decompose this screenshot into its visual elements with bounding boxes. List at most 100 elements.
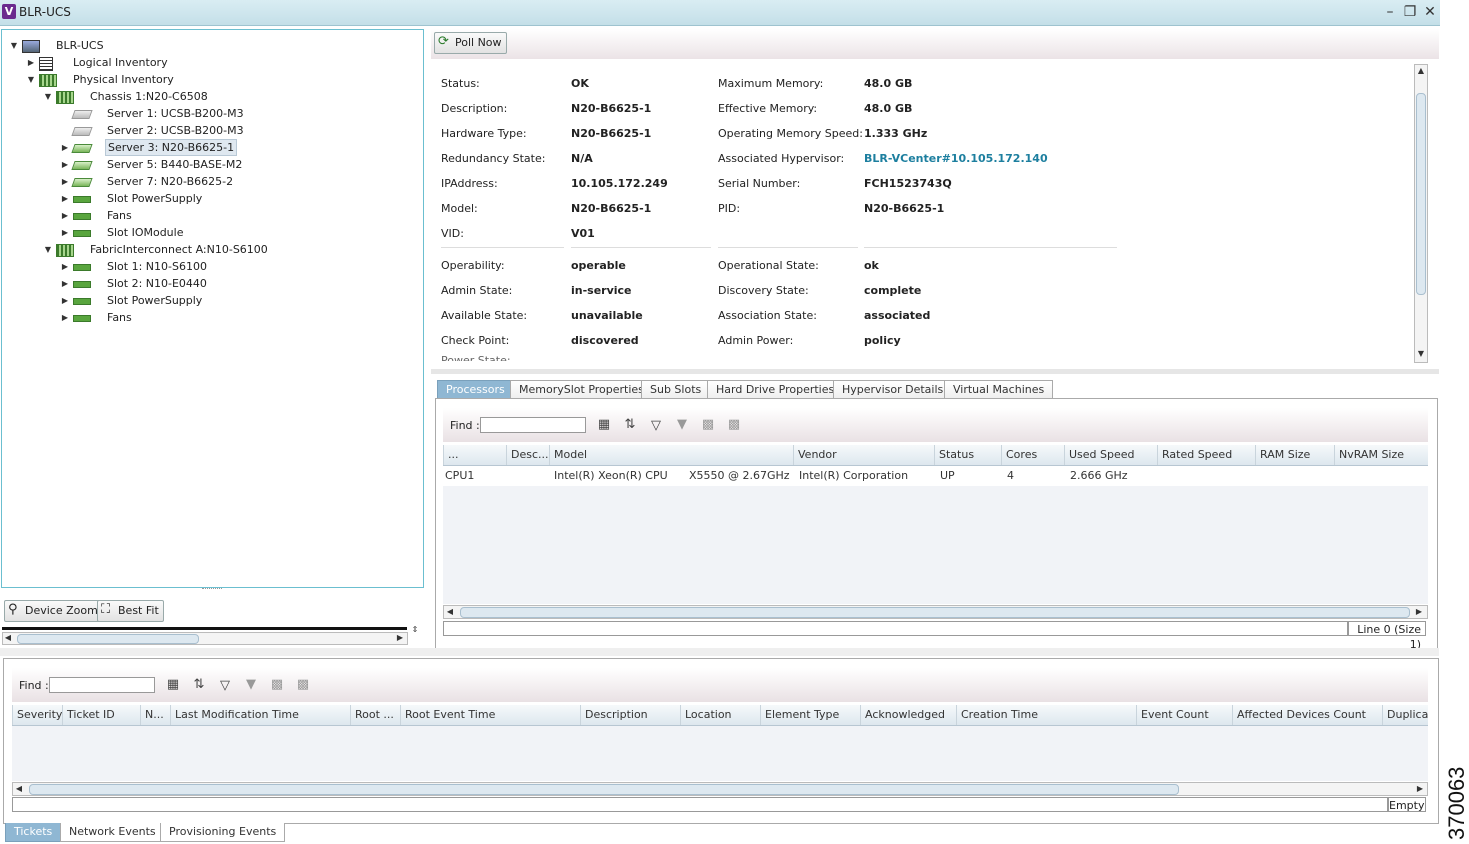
scroll-thumb[interactable] xyxy=(1416,93,1426,295)
column-header[interactable]: Location xyxy=(680,705,760,725)
tab-provisioning-events[interactable]: Provisioning Events xyxy=(160,823,286,842)
save-icon[interactable]: ▦ xyxy=(164,676,182,694)
column-header[interactable]: Element Type xyxy=(760,705,860,725)
minimize-icon[interactable]: – xyxy=(1381,3,1399,21)
sort-icon[interactable]: ⇅ xyxy=(621,416,639,434)
tree-splitter[interactable] xyxy=(202,588,222,593)
tab-tickets[interactable]: Tickets xyxy=(5,823,62,842)
scroll-thumb[interactable] xyxy=(460,607,1410,618)
tree-item[interactable]: ▶ Fans xyxy=(2,309,417,326)
scroll-right-icon[interactable]: ▶ xyxy=(1414,607,1424,616)
column-header[interactable]: Last Modification Time xyxy=(170,705,350,725)
filter-icon[interactable]: ▽ xyxy=(216,677,234,695)
scroll-right-icon[interactable]: ▶ xyxy=(395,633,405,642)
column-header[interactable]: Acknowledged xyxy=(860,705,956,725)
tree-item[interactable]: ▼ Chassis 1:N20-C6508 xyxy=(2,88,417,105)
tree-item[interactable]: ▶ Fans xyxy=(2,207,417,224)
device-zoom-button[interactable]: ⚲ Device Zoom xyxy=(4,600,103,622)
tab-sub-slots[interactable]: Sub Slots xyxy=(641,380,711,399)
scroll-left-icon[interactable]: ◀ xyxy=(3,633,13,642)
column-header[interactable]: Root Event Time xyxy=(400,705,580,725)
column-header[interactable]: Duplicati xyxy=(1382,705,1428,725)
tree-expander-icon[interactable]: ▶ xyxy=(61,156,69,173)
scroll-left-icon[interactable]: ◀ xyxy=(14,784,24,793)
processor-find-input[interactable] xyxy=(480,417,586,433)
scroll-up-icon[interactable]: ▲ xyxy=(1416,66,1426,75)
tickets-horizontal-scrollbar[interactable]: ◀ ▶ xyxy=(12,782,1428,796)
tab-virtual-machines[interactable]: Virtual Machines xyxy=(944,380,1054,399)
tree-item[interactable]: ▶ Server 7: N20-B6625-2 xyxy=(2,173,417,190)
column-header[interactable]: N... xyxy=(140,705,170,725)
filter-icon[interactable]: ▽ xyxy=(647,417,665,435)
best-fit-button[interactable]: ⛶ Best Fit xyxy=(97,600,164,622)
column-header[interactable]: Rated Speed xyxy=(1157,445,1255,465)
export-icon[interactable]: ▩ xyxy=(268,676,286,694)
tree-expander-icon[interactable]: ▼ xyxy=(44,88,52,105)
column-header[interactable]: Vendor xyxy=(793,445,934,465)
column-header[interactable]: Ticket ID xyxy=(62,705,140,725)
tree-expander-icon[interactable]: ▼ xyxy=(27,71,35,88)
column-header[interactable]: Cores xyxy=(1001,445,1064,465)
main-splitter[interactable] xyxy=(0,648,1439,656)
detail-splitter[interactable] xyxy=(431,369,1439,374)
tab-memoryslot-properties[interactable]: MemorySlot Properties xyxy=(510,380,653,399)
column-header[interactable]: Root ... xyxy=(350,705,400,725)
tree-horizontal-scrollbar[interactable]: ◀ ▶ xyxy=(2,632,408,645)
tree-expander-icon[interactable]: ▶ xyxy=(27,54,35,71)
column-header[interactable]: Event Count xyxy=(1136,705,1232,725)
tree-item[interactable]: ▶ Slot IOModule xyxy=(2,224,417,241)
close-icon[interactable]: ✕ xyxy=(1421,3,1439,21)
tree-expander-icon[interactable]: ▶ xyxy=(61,224,69,241)
tree-expander-icon[interactable]: ▼ xyxy=(44,241,52,258)
column-header[interactable]: Creation Time xyxy=(956,705,1136,725)
tree-expander-icon[interactable]: ▶ xyxy=(61,292,69,309)
tree-expander-icon[interactable]: ▼ xyxy=(10,37,18,54)
tab-processors[interactable]: Processors xyxy=(437,380,514,399)
scroll-left-icon[interactable]: ◀ xyxy=(445,607,455,616)
tree-item[interactable]: ▶ Slot 1: N10-S6100 xyxy=(2,258,417,275)
scroll-right-icon[interactable]: ▶ xyxy=(1415,784,1425,793)
column-header[interactable]: Affected Devices Count xyxy=(1232,705,1382,725)
tree-item[interactable]: ▶ Logical Inventory xyxy=(2,54,417,71)
tree-expander-icon[interactable]: ▶ xyxy=(61,207,69,224)
tab-hard-drive-properties[interactable]: Hard Drive Properties xyxy=(707,380,844,399)
tree-item[interactable]: ▼ Physical Inventory xyxy=(2,71,417,88)
tree-expander-icon[interactable]: ▶ xyxy=(61,190,69,207)
sort-icon[interactable]: ⇅ xyxy=(190,676,208,694)
advanced-filter-icon[interactable]: ▼ xyxy=(242,676,260,694)
tree-item[interactable]: ▶ Slot PowerSupply xyxy=(2,292,417,309)
tree-expander-icon[interactable]: ▶ xyxy=(61,173,69,190)
tree-item[interactable]: Server 2: UCSB-B200-M3 xyxy=(2,122,417,139)
tree-item[interactable]: ▶ Slot PowerSupply xyxy=(2,190,417,207)
processor-horizontal-scrollbar[interactable]: ◀ ▶ xyxy=(443,605,1428,619)
column-header[interactable]: NvRAM Size xyxy=(1334,445,1428,465)
scroll-down-icon[interactable]: ▼ xyxy=(1416,349,1426,358)
poll-now-button[interactable]: ⟳ Poll Now xyxy=(434,32,507,54)
tree-item[interactable]: Server 1: UCSB-B200-M3 xyxy=(2,105,417,122)
scroll-thumb[interactable] xyxy=(29,784,1179,795)
scroll-up-down-icon[interactable]: ⇕ xyxy=(410,625,420,634)
detail-vertical-scrollbar[interactable]: ▲ ▼ xyxy=(1414,64,1428,363)
tree-item[interactable]: ▼ FabricInterconnect A:N10-S6100 xyxy=(2,241,417,258)
column-header[interactable]: Desc... xyxy=(506,445,549,465)
column-header[interactable]: Severity xyxy=(12,705,62,725)
column-header[interactable]: Description xyxy=(580,705,680,725)
tab-hypervisor-details[interactable]: Hypervisor Details xyxy=(833,380,953,399)
restore-icon[interactable]: ❐ xyxy=(1401,3,1419,21)
column-header[interactable]: Used Speed xyxy=(1064,445,1157,465)
column-header[interactable]: ... xyxy=(443,445,506,465)
tree-expander-icon[interactable]: ▶ xyxy=(61,258,69,275)
advanced-filter-icon[interactable]: ▼ xyxy=(673,416,691,434)
tree-expander-icon[interactable]: ▶ xyxy=(61,139,69,156)
print-icon[interactable]: ▩ xyxy=(725,416,743,434)
export-icon[interactable]: ▩ xyxy=(699,416,717,434)
table-row[interactable]: CPU1 Intel(R) Xeon(R) CPU X5550 @ 2.67GHz I… xyxy=(443,466,1428,486)
column-header[interactable]: Model xyxy=(549,445,793,465)
tree-expander-icon[interactable]: ▶ xyxy=(61,309,69,326)
hypervisor-link[interactable]: BLR-VCenter#10.105.172.140 xyxy=(864,152,1048,165)
column-header[interactable]: RAM Size xyxy=(1255,445,1334,465)
print-icon[interactable]: ▩ xyxy=(294,676,312,694)
scroll-thumb[interactable] xyxy=(17,634,199,644)
tree-expander-icon[interactable]: ▶ xyxy=(61,275,69,292)
tab-network-events[interactable]: Network Events xyxy=(60,823,165,842)
